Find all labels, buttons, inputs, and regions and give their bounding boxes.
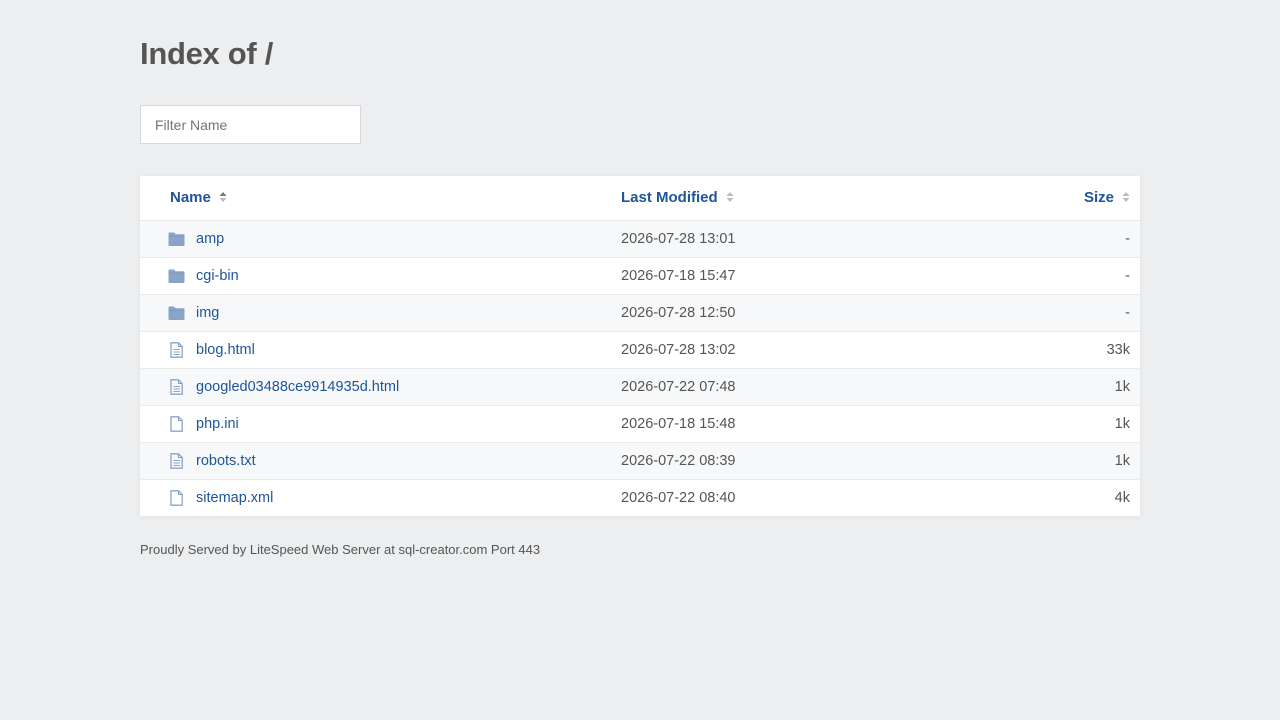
file-size: 4k [1114, 490, 1130, 506]
modified-column-label: Last Modified [621, 189, 718, 206]
file-size: 33k [1106, 342, 1130, 358]
text-file-icon [168, 342, 185, 358]
sort-arrows-icon [1122, 192, 1130, 203]
sort-arrows-icon [726, 192, 734, 203]
file-link[interactable]: amp [196, 221, 224, 257]
folder-icon [168, 268, 185, 284]
folder-icon [168, 305, 185, 321]
table-row: sitemap.xml 2026-07-22 08:40 4k [140, 480, 1140, 516]
table-row: php.ini 2026-07-18 15:48 1k [140, 406, 1140, 443]
file-link[interactable]: img [196, 295, 219, 331]
table-row: img 2026-07-28 12:50 - [140, 295, 1140, 332]
file-size: 1k [1114, 379, 1130, 395]
sort-by-size-header[interactable]: Size [1084, 176, 1130, 220]
table-body: amp 2026-07-28 13:01 - cgi-bin 2026-07-18 15… [140, 221, 1140, 516]
page-title: Index of / [140, 36, 274, 71]
modified-date: 2026-07-22 08:39 [621, 453, 736, 469]
table-row: cgi-bin 2026-07-18 15:47 - [140, 258, 1140, 295]
sort-by-modified-header[interactable]: Last Modified [621, 176, 734, 220]
file-size: - [1125, 268, 1130, 284]
file-icon [168, 490, 185, 506]
file-size: - [1125, 231, 1130, 247]
file-icon [168, 416, 185, 432]
file-link[interactable]: blog.html [196, 332, 255, 368]
table-row: robots.txt 2026-07-22 08:39 1k [140, 443, 1140, 480]
file-size: 1k [1114, 453, 1130, 469]
text-file-icon [168, 453, 185, 469]
modified-date: 2026-07-22 08:40 [621, 490, 736, 506]
sort-by-name-header[interactable]: Name [170, 176, 227, 220]
file-table: Name Last Modified Size amp 2026-07-28 13… [140, 176, 1140, 516]
modified-date: 2026-07-28 13:02 [621, 342, 736, 358]
file-size: 1k [1114, 416, 1130, 432]
modified-date: 2026-07-18 15:48 [621, 416, 736, 432]
table-row: amp 2026-07-28 13:01 - [140, 221, 1140, 258]
size-column-label: Size [1083, 189, 1114, 206]
text-file-icon [168, 379, 185, 395]
file-link[interactable]: googled03488ce9914935d.html [196, 369, 399, 405]
sort-arrows-icon [219, 192, 227, 203]
table-header: Name Last Modified Size [140, 176, 1140, 221]
name-column-label: Name [170, 189, 211, 206]
file-link[interactable]: robots.txt [196, 443, 256, 479]
file-link[interactable]: sitemap.xml [196, 480, 273, 516]
file-link[interactable]: php.ini [196, 406, 239, 442]
modified-date: 2026-07-18 15:47 [621, 268, 736, 284]
modified-date: 2026-07-28 12:50 [621, 305, 736, 321]
table-row: googled03488ce9914935d.html 2026-07-22 07… [140, 369, 1140, 406]
folder-icon [168, 231, 185, 247]
server-footer: Proudly Served by LiteSpeed Web Server a… [140, 542, 541, 557]
modified-date: 2026-07-28 13:01 [621, 231, 736, 247]
filter-name-input[interactable] [140, 105, 361, 144]
file-link[interactable]: cgi-bin [196, 258, 239, 294]
modified-date: 2026-07-22 07:48 [621, 379, 736, 395]
file-size: - [1125, 305, 1130, 321]
table-row: blog.html 2026-07-28 13:02 33k [140, 332, 1140, 369]
